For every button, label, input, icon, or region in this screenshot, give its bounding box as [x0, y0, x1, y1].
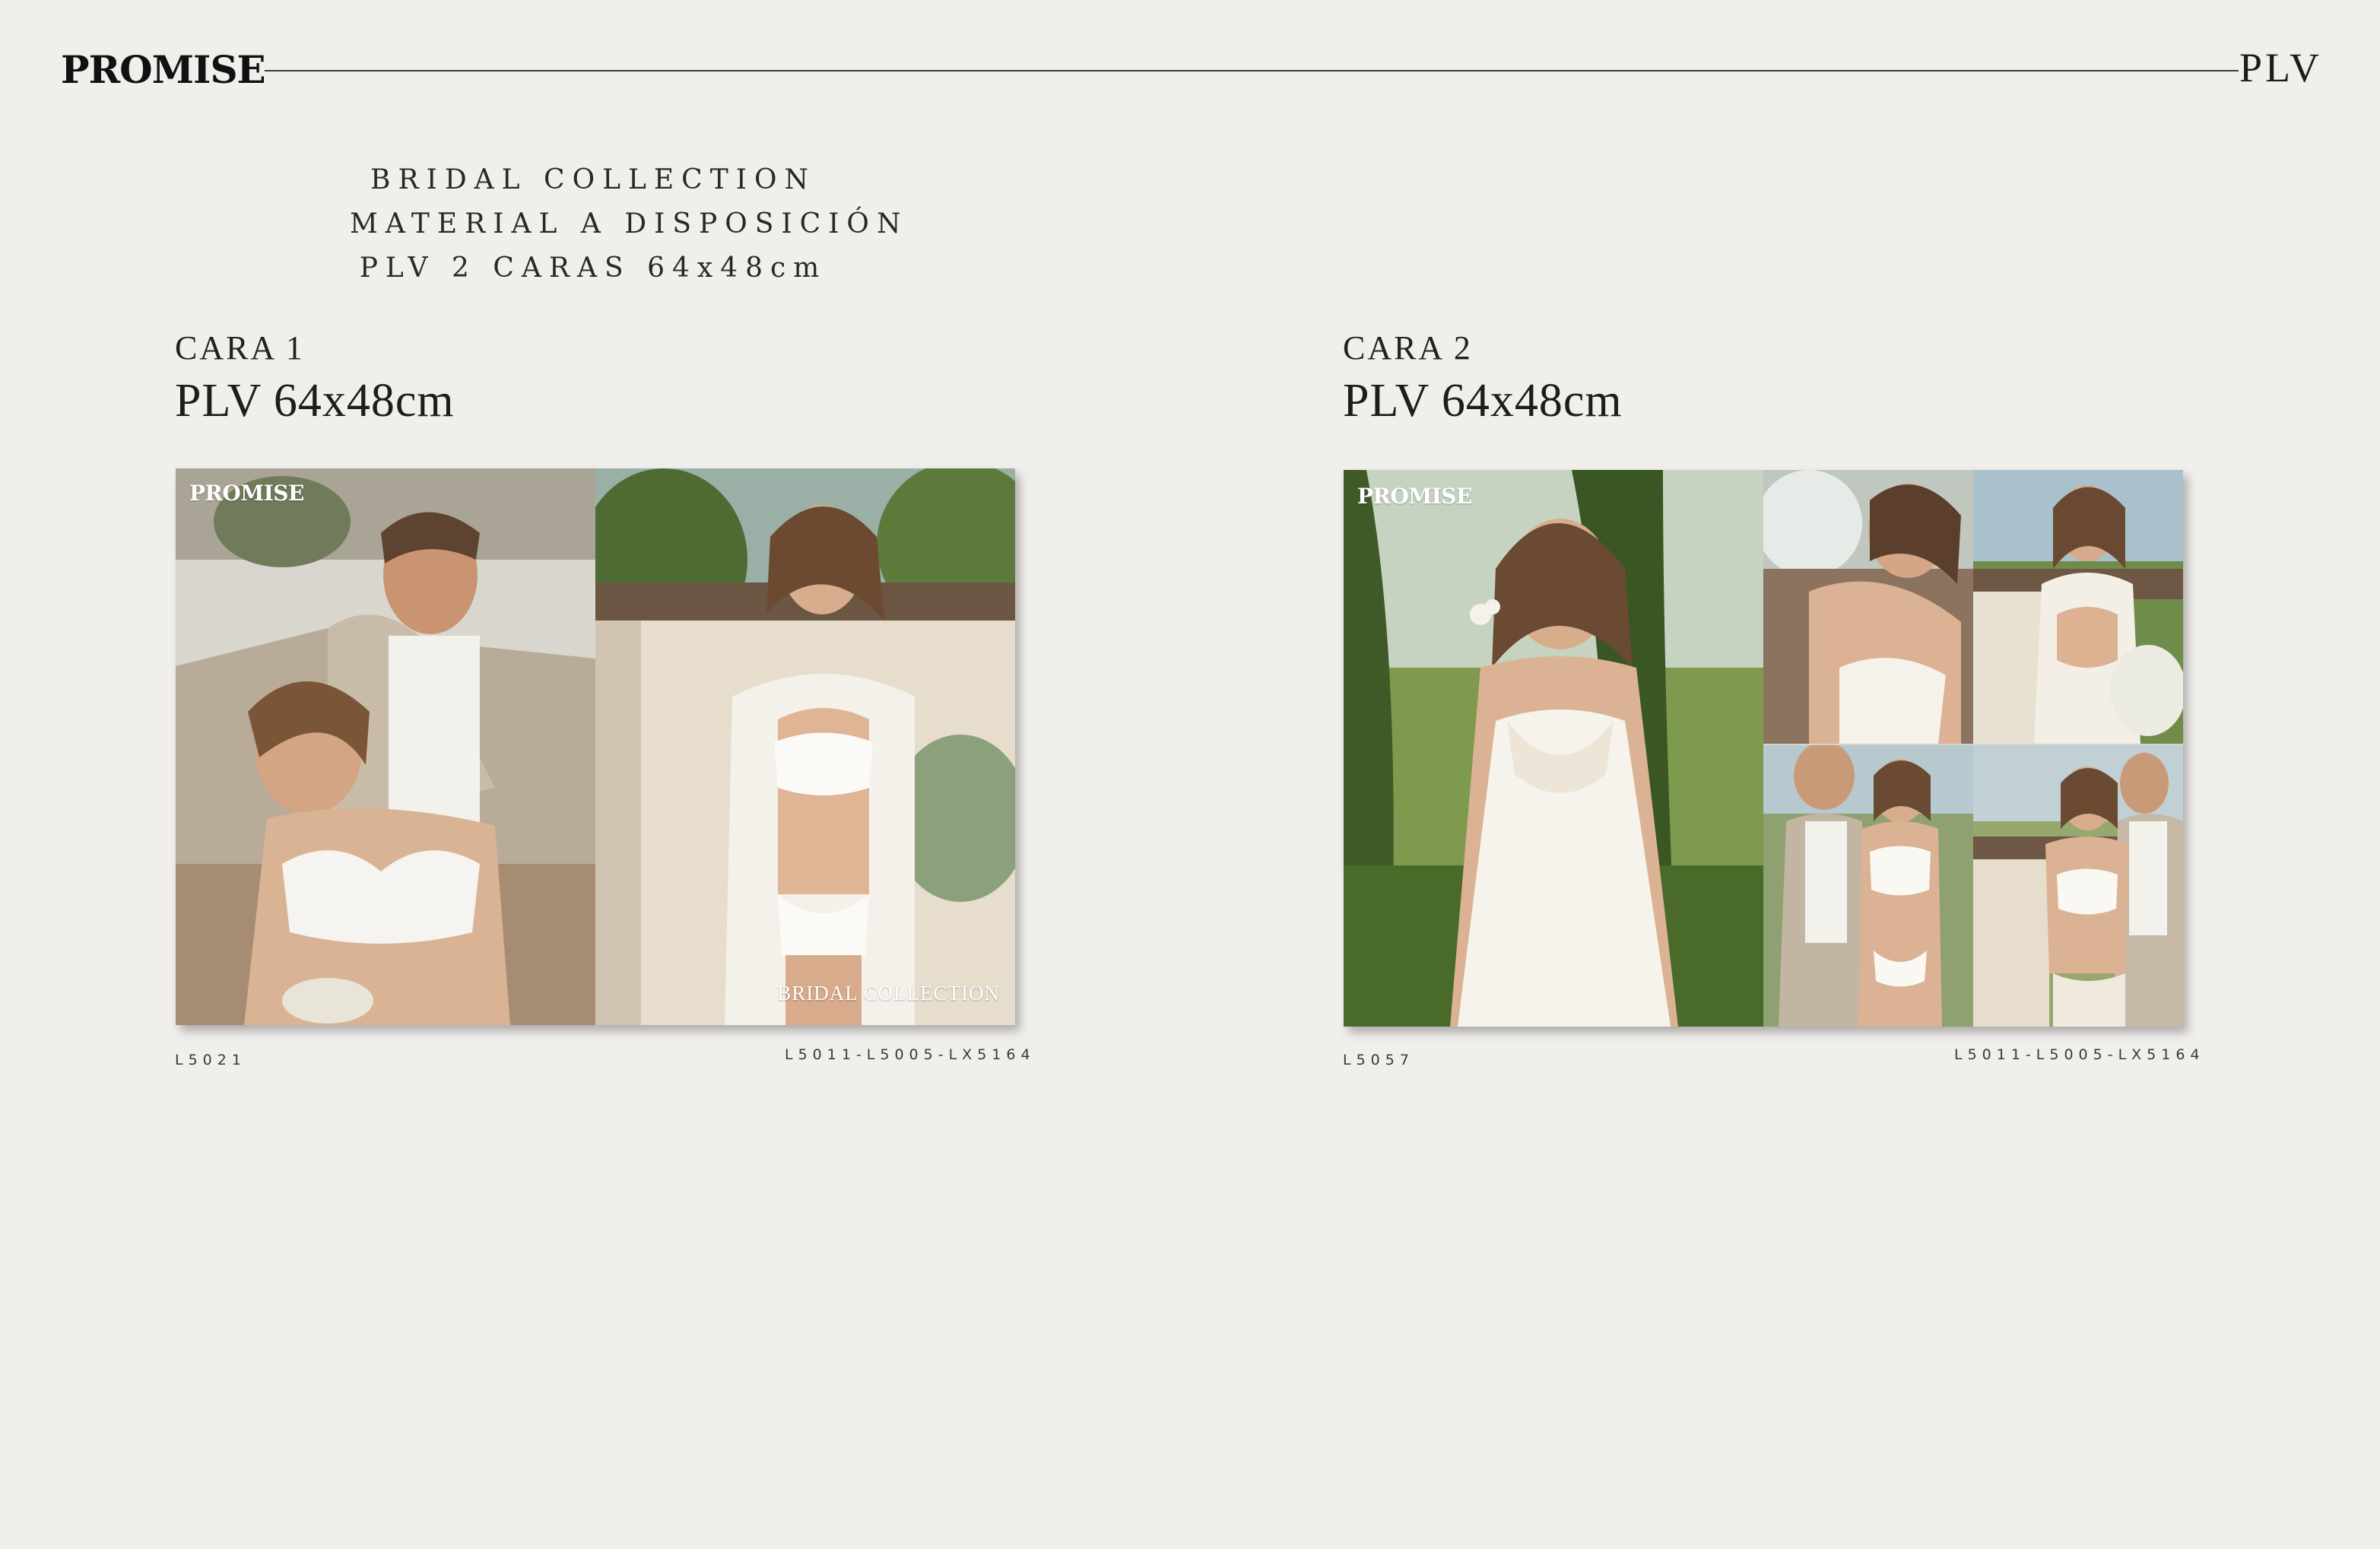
face-1-size: PLV 64x48cm	[175, 375, 455, 427]
face-2-photo-top-middle	[1763, 470, 1973, 744]
section-title: PLV	[2239, 45, 2322, 90]
face-2-photo-slip-dress	[1344, 470, 1763, 1027]
brand-logo: PROMISE	[61, 47, 266, 92]
face-2-overlay-logo: PROMISE	[1357, 484, 1472, 509]
face-2-size: PLV 64x48cm	[1343, 375, 1623, 427]
intro-line-plv: PLV 2 CARAS 64x48cm	[359, 252, 827, 284]
face-2-label: CARA 2	[1343, 329, 1473, 367]
intro-line-material: MATERIAL A DISPOSICIÓN	[350, 208, 909, 240]
face-2-code-left: L5057	[1343, 1052, 1414, 1068]
intro-line-collection: BRIDAL COLLECTION	[370, 164, 816, 195]
face-2-photo-bottom-middle	[1763, 745, 1973, 1027]
couple-cart-photo-image	[1973, 745, 2183, 1027]
couple-photo-image	[176, 468, 595, 1025]
intro-block: BRIDAL COLLECTION MATERIAL A DISPOSICIÓN…	[350, 158, 909, 290]
face-1-code-right: L5011-L5005-LX5164	[785, 1046, 1036, 1063]
couple-standing-photo-image	[1763, 745, 1973, 1027]
face-1-overlay-logo: PROMISE	[189, 481, 304, 506]
bride-robe-photo-image	[595, 468, 1015, 1025]
header-rule	[265, 70, 2239, 71]
face-1-overlay-caption: BRIDAL COLLECTION	[777, 982, 1000, 1005]
bride-bouquet-photo-image	[1973, 470, 2183, 744]
bride-back-photo-image	[1763, 470, 1973, 744]
face-2-code-right: L5011-L5005-LX5164	[1954, 1046, 2205, 1063]
face-1-photo-bride	[595, 468, 1015, 1025]
slip-dress-photo-image	[1344, 470, 1763, 1027]
face-1-photo-couple	[176, 468, 595, 1025]
face-2-photo-top-right	[1973, 470, 2183, 744]
face-2-panel: PROMISE	[1344, 470, 2183, 1027]
face-2-photo-bottom-right	[1973, 745, 2183, 1027]
face-1-code-left: L5021	[175, 1052, 246, 1068]
face-1-label: CARA 1	[175, 329, 305, 367]
face-1-panel: PROMISE BRIDAL COLLECTION	[176, 468, 1015, 1025]
